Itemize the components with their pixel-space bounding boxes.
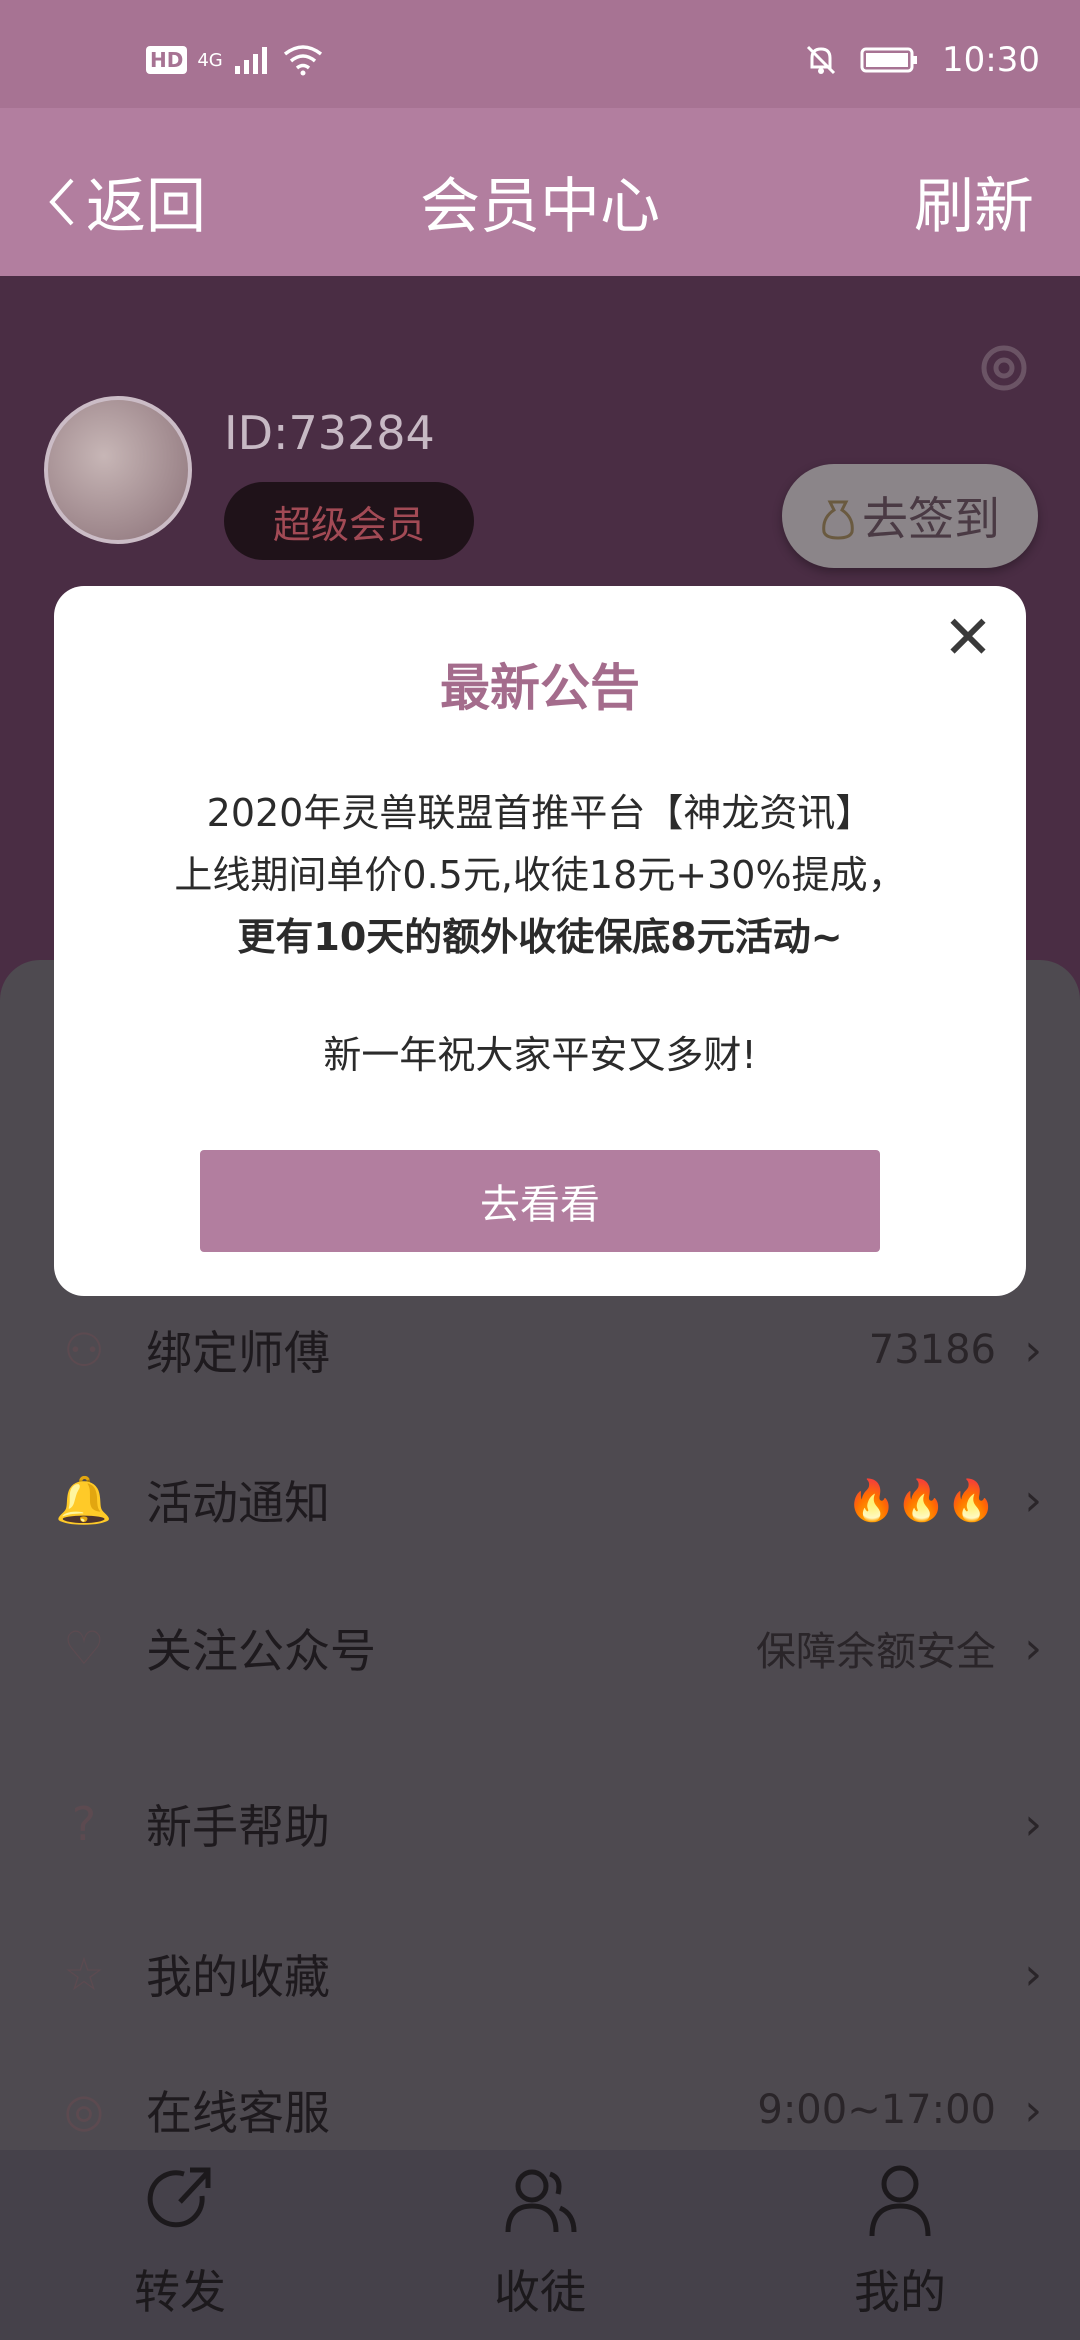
modal-line-2: 上线期间单价0.5元,收徒18元+30%提成， <box>174 853 906 897</box>
modal-title: 最新公告 <box>440 659 640 717</box>
modal-body: 2020年灵兽联盟首推平台【神龙资讯】 上线期间单价0.5元,收徒18元+30%… <box>54 782 1026 1086</box>
announcement-modal: ✕ 最新公告 2020年灵兽联盟首推平台【神龙资讯】 上线期间单价0.5元,收徒… <box>54 586 1026 1296</box>
modal-line-1: 2020年灵兽联盟首推平台【神龙资讯】 <box>206 791 874 835</box>
modal-line-3: 更有10天的额外收徒保底8元活动~ <box>237 915 843 959</box>
view-button[interactable]: 去看看 <box>200 1150 880 1252</box>
modal-greeting: 新一年祝大家平安又多财! <box>323 1033 757 1077</box>
